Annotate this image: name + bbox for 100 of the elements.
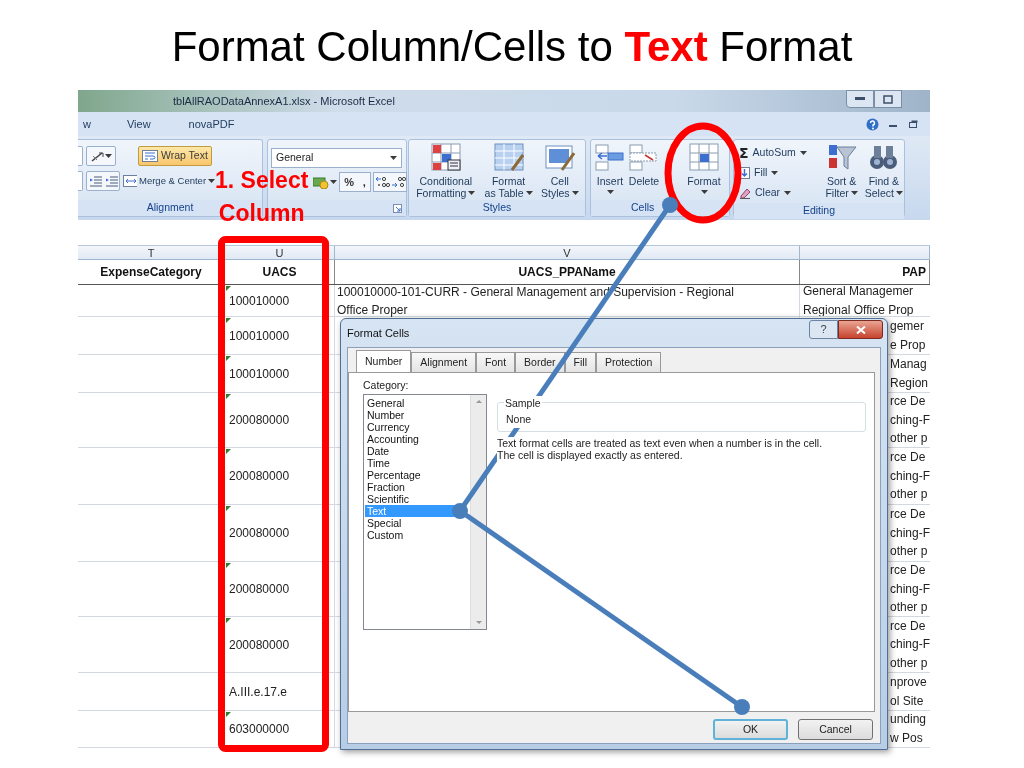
increase-indent-icon bbox=[104, 175, 118, 187]
group-label: Styles bbox=[482, 200, 512, 216]
increase-decimal-icon bbox=[374, 176, 390, 188]
sort-filter-button[interactable]: Sort & Filter bbox=[821, 140, 862, 203]
help-icon bbox=[866, 117, 879, 131]
dialog-button[interactable]: OK bbox=[713, 719, 788, 740]
orientation-icon bbox=[90, 150, 104, 162]
column-header[interactable]: T bbox=[78, 246, 225, 259]
list-item[interactable]: Scientific bbox=[365, 493, 459, 505]
cell-styles-button[interactable]: Cell Styles bbox=[538, 140, 581, 200]
table-brush-icon bbox=[493, 143, 524, 171]
table-cell-text: A.III.e.17.e bbox=[229, 683, 288, 701]
format-cells-icon bbox=[689, 143, 719, 171]
header-cell-text: UACS_PPAName bbox=[518, 264, 616, 281]
close-button[interactable] bbox=[838, 320, 883, 339]
merge-icon bbox=[123, 175, 137, 187]
insert-cells-icon bbox=[595, 143, 625, 171]
column-header[interactable]: V bbox=[335, 246, 800, 259]
header-cell-text: PAP bbox=[902, 264, 926, 281]
list-item[interactable]: Special bbox=[365, 517, 459, 529]
description-text: Text format cells are treated as text even when a number is in the cell. The cell is displayed exactly as entered. bbox=[497, 437, 823, 461]
insert-button[interactable]: Insert bbox=[595, 140, 625, 200]
autosum-button[interactable]: Σ AutoSum bbox=[739, 143, 820, 163]
merge-center-button[interactable]: Merge & Center bbox=[122, 171, 217, 191]
dialog-tab[interactable]: Alignment bbox=[411, 352, 477, 372]
restore-icon bbox=[909, 120, 918, 128]
header-cell-text: UACS bbox=[262, 264, 297, 281]
list-item[interactable]: Number bbox=[365, 409, 459, 421]
number-format-dropdown[interactable]: General bbox=[271, 148, 402, 168]
format-symbol-button[interactable]: % bbox=[342, 173, 357, 191]
cell-brush-icon bbox=[544, 143, 575, 171]
dialog-tab[interactable]: Border bbox=[515, 352, 565, 372]
fill-down-icon bbox=[739, 167, 750, 179]
table-cell-text: 100010000 bbox=[229, 327, 290, 345]
ribbon-tab[interactable]: View bbox=[121, 114, 156, 134]
format-as-table-button[interactable]: Format as Table bbox=[480, 140, 537, 200]
list-item[interactable]: General bbox=[365, 397, 459, 409]
table-cell-text: 200080000 bbox=[229, 581, 290, 598]
dialog-launcher-icon bbox=[393, 203, 402, 213]
close-icon bbox=[855, 325, 866, 334]
list-item[interactable]: Accounting bbox=[365, 433, 459, 445]
list-item[interactable]: Currency bbox=[365, 421, 459, 433]
eraser-icon bbox=[739, 187, 751, 199]
column-letter: V bbox=[563, 246, 571, 259]
caret-icon bbox=[390, 156, 397, 160]
column-letter: T bbox=[147, 246, 155, 259]
wrap-text-button[interactable]: Wrap Text bbox=[138, 146, 212, 166]
table-cell-text: 200080000 bbox=[229, 468, 290, 485]
group-label: Alignment bbox=[146, 200, 194, 216]
sample-label: Sample bbox=[504, 396, 542, 412]
maximize-button[interactable] bbox=[874, 90, 902, 108]
ribbon-tab[interactable]: w bbox=[78, 114, 96, 134]
delete-cells-icon bbox=[629, 143, 659, 171]
delete-button[interactable]: Delete bbox=[627, 140, 661, 200]
slide-title: Format Column/Cells to Text Format bbox=[171, 21, 853, 72]
list-item[interactable]: Time bbox=[365, 457, 459, 469]
table-cell: gemer e Prop bbox=[890, 317, 926, 354]
format-button[interactable]: Format bbox=[686, 140, 722, 200]
scroll-up-icon bbox=[475, 400, 482, 403]
sample-value: None bbox=[506, 412, 532, 428]
callout-text: 1. Select Column bbox=[215, 166, 309, 228]
fill-button[interactable]: Fill bbox=[739, 163, 820, 183]
list-item[interactable]: Date bbox=[365, 445, 459, 457]
list-item[interactable]: Percentage bbox=[365, 469, 459, 481]
list-item[interactable]: Fraction bbox=[365, 481, 459, 493]
binoculars-icon bbox=[868, 143, 899, 171]
caret-icon bbox=[104, 154, 112, 158]
partial-button[interactable] bbox=[78, 146, 83, 166]
decrease-decimal-icon bbox=[390, 176, 406, 188]
dialog-tab[interactable]: Font bbox=[476, 352, 516, 372]
help-button[interactable]: ? bbox=[809, 320, 838, 339]
table-cell-text: 100010000 bbox=[229, 292, 290, 310]
field-label: Category: bbox=[363, 378, 409, 393]
column-header[interactable]: U bbox=[225, 246, 335, 259]
minimize-button[interactable] bbox=[846, 90, 874, 108]
clear-button[interactable]: Clear bbox=[739, 183, 820, 203]
decrease-indent-icon bbox=[88, 175, 102, 187]
dialog-button[interactable]: Cancel bbox=[798, 719, 873, 740]
conditional-formatting-button[interactable]: Conditional Formatting bbox=[413, 140, 479, 200]
orientation-button[interactable] bbox=[86, 146, 116, 166]
scrollbar[interactable] bbox=[470, 395, 486, 629]
table-cell-text: 200080000 bbox=[229, 525, 290, 542]
table-cell-text: 200080000 bbox=[229, 412, 290, 429]
list-item[interactable]: Custom bbox=[365, 529, 459, 541]
format-symbol-button[interactable]: , bbox=[360, 173, 368, 191]
group-label: Cells bbox=[631, 200, 655, 216]
dialog-tab[interactable]: Number bbox=[356, 350, 412, 373]
caret-icon bbox=[329, 180, 337, 184]
ribbon-tab[interactable]: novaPDF bbox=[183, 114, 240, 134]
group-label: Editing bbox=[802, 203, 836, 218]
conditional-formatting-icon bbox=[430, 143, 461, 171]
find-select-button[interactable]: Find & Select bbox=[863, 140, 904, 203]
dialog-title: Format Cells bbox=[347, 326, 410, 341]
table-cell: unding w Pos bbox=[890, 711, 927, 747]
dialog-tab[interactable]: Protection bbox=[596, 352, 662, 372]
sigma-glyph: Σ bbox=[739, 143, 749, 163]
indent-buttons[interactable] bbox=[86, 171, 120, 191]
coins-icon bbox=[312, 175, 329, 189]
partial-button[interactable] bbox=[78, 171, 83, 191]
wrap-text-icon bbox=[142, 150, 158, 162]
